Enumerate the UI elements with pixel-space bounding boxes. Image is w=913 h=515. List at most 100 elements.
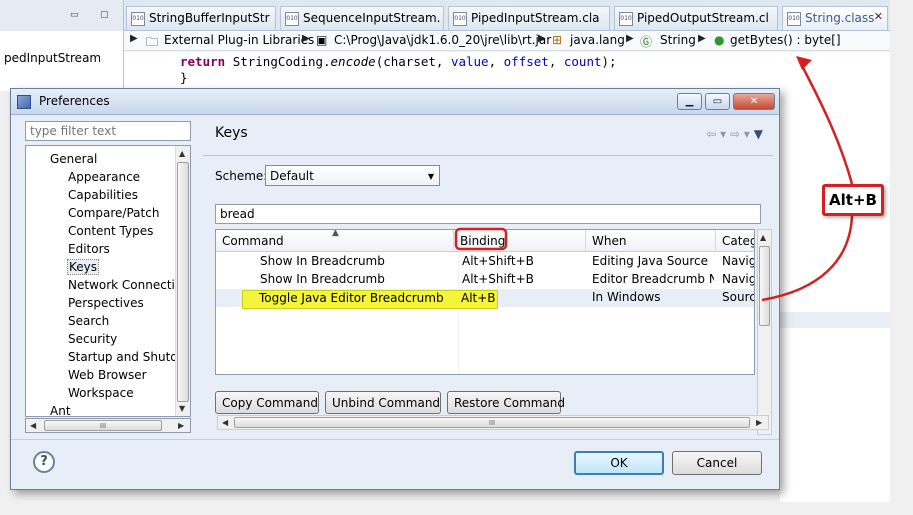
maximize-icon[interactable]: ▢ [100, 10, 109, 20]
code-text: , [548, 54, 564, 69]
filter-input[interactable] [25, 121, 191, 141]
forward-arrow-icon[interactable]: ⇨ [730, 127, 740, 141]
class-file-icon: 010 [453, 12, 467, 26]
column-header-label: Command [222, 234, 284, 248]
scroll-right-icon[interactable]: ▶ [756, 418, 762, 427]
scroll-up-icon[interactable]: ▲ [760, 233, 766, 242]
column-header-command[interactable]: Command ▲ [216, 230, 454, 252]
view-menu-icon[interactable]: ▼ [754, 127, 763, 141]
chevron-right-icon[interactable]: ▶ [698, 33, 706, 44]
column-header-when[interactable]: When [586, 230, 716, 252]
tree-item-label: Workspace [68, 386, 134, 400]
table-row[interactable]: Show In Breadcrumb Alt+Shift+B Editing J… [216, 253, 754, 271]
close-icon[interactable]: ✕ [874, 10, 883, 23]
tree-item-workspace[interactable]: Workspace [68, 386, 134, 404]
class-file-icon: 010 [787, 12, 801, 26]
scroll-down-icon[interactable]: ▼ [179, 404, 185, 413]
tree-item-web-browser[interactable]: Web Browser [68, 368, 147, 386]
scroll-left-icon[interactable]: ◀ [222, 418, 228, 427]
editor-tab[interactable]: 010 SequenceInputStream. [280, 6, 444, 30]
tree-item-label: Security [68, 332, 118, 346]
editor-tab-active[interactable]: 010 String.class ✕ [782, 6, 888, 30]
chevron-right-icon[interactable]: ▶ [130, 33, 138, 44]
chevron-down-icon[interactable]: ▾ [720, 127, 726, 141]
package-icon: ⊞ [552, 33, 563, 47]
unbind-command-button[interactable]: Unbind Command [325, 391, 441, 414]
column-header-binding[interactable]: Binding [454, 230, 586, 252]
editor-tab[interactable]: 010 StringBufferInputStr [126, 6, 276, 30]
tree-item-search[interactable]: Search [68, 314, 109, 332]
breadcrumb-item[interactable]: java.lang [570, 33, 625, 47]
tree-item-general[interactable]: General [50, 152, 97, 170]
keys-page: Keys ⇦ ▾ ⇨ ▾ ▼ Scheme: Default ▼ Command… [203, 111, 773, 435]
chevron-right-icon[interactable]: ▶ [538, 33, 546, 44]
tree-item-compare-patch[interactable]: Compare/Patch [68, 206, 159, 224]
minimize-button[interactable]: ▁ [677, 93, 702, 110]
cell-binding: Alt+Shift+B [462, 254, 534, 268]
close-button[interactable]: ✕ [733, 93, 775, 110]
scroll-up-icon[interactable]: ▲ [179, 149, 185, 158]
breadcrumb-item[interactable]: C:\Prog\Java\jdk1.6.0_20\jre\lib\rt.jar [334, 33, 551, 47]
page-horizontal-scrollbar[interactable]: ◀ III ▶ [217, 415, 769, 430]
tree-item-capabilities[interactable]: Capabilities [68, 188, 138, 206]
restore-command-button[interactable]: Restore Command [447, 391, 565, 414]
class-file-icon: 010 [131, 12, 145, 26]
scroll-right-icon[interactable]: ▶ [178, 421, 184, 430]
maximize-button[interactable]: ▭ [705, 93, 730, 110]
help-icon[interactable]: ? [33, 451, 55, 473]
scroll-thumb[interactable] [177, 162, 189, 402]
scheme-value: Default [270, 169, 314, 183]
breadcrumb: ▶ 🗀 External Plug-in Libraries ▶ ▣ C:\Pr… [124, 31, 890, 51]
cell-when: Editor Breadcrumb N... [592, 272, 714, 286]
scroll-thumb[interactable]: III [44, 420, 162, 431]
tree-item-label: Content Types [68, 224, 154, 238]
cancel-button[interactable]: Cancel [672, 451, 762, 475]
tree-item-security[interactable]: Security [68, 332, 117, 350]
code-method: encode [330, 54, 376, 69]
code-field: count [563, 54, 602, 69]
tree-item-startup-shutdown[interactable]: Startup and Shutdov [68, 350, 190, 368]
table-row[interactable]: Show In Breadcrumb Alt+Shift+B Editor Br… [216, 271, 754, 289]
scroll-thumb[interactable]: III [234, 417, 750, 428]
code-text: (charset, [375, 54, 451, 69]
back-arrow-icon[interactable]: ⇦ [706, 127, 716, 141]
cell-command: Show In Breadcrumb [260, 254, 385, 268]
tree-item-content-types[interactable]: Content Types [68, 224, 153, 242]
tree-item-editors[interactable]: Editors [68, 242, 110, 260]
tree-item-network-connection[interactable]: Network Connection [68, 278, 190, 296]
chevron-right-icon[interactable]: ▶ [302, 33, 310, 44]
left-view-tab-strip: ▭ ▢ [0, 0, 124, 31]
editor-tab[interactable]: 010 PipedInputStream.cla [448, 6, 610, 30]
page-divider [203, 155, 773, 156]
tree-item-ant[interactable]: Ant [50, 404, 71, 417]
preferences-dialog: Preferences ▁ ▭ ✕ General Appearance Cap… [10, 88, 780, 490]
code-editor[interactable]: return StringCoding.encode(charset, valu… [124, 52, 890, 92]
table-vertical-scrollbar[interactable]: ▲ [757, 229, 772, 435]
method-icon: ● [714, 33, 725, 47]
tree-item-perspectives[interactable]: Perspectives [68, 296, 144, 314]
chevron-right-icon[interactable]: ▶ [626, 33, 634, 44]
breadcrumb-item[interactable]: String [660, 33, 696, 47]
breadcrumb-item[interactable]: getBytes() : byte[] [730, 33, 841, 47]
tree-horizontal-scrollbar[interactable]: ◀ III ▶ [25, 418, 191, 433]
editor-tab[interactable]: 010 PipedOutputStream.cl [614, 6, 778, 30]
tree-item-label: Ant [50, 404, 71, 417]
scheme-select[interactable]: Default ▼ [265, 165, 440, 186]
copy-command-button[interactable]: Copy Command [215, 391, 319, 414]
breadcrumb-item[interactable]: External Plug-in Libraries [164, 33, 314, 47]
column-header-label: When [592, 234, 627, 248]
tree-item-appearance[interactable]: Appearance [68, 170, 140, 188]
column-header-category[interactable]: Categ [716, 230, 754, 252]
scroll-thumb[interactable] [759, 246, 770, 326]
tree-item-keys[interactable]: Keys [67, 259, 100, 278]
ok-button[interactable]: OK [574, 451, 664, 475]
chevron-down-icon[interactable]: ▾ [744, 127, 750, 141]
minimize-icon[interactable]: ▭ [70, 10, 79, 20]
keys-search-input[interactable] [215, 204, 761, 224]
scroll-left-icon[interactable]: ◀ [30, 421, 36, 430]
tab-label: SequenceInputStream. [303, 11, 441, 25]
class-icon: Ⓖ [640, 35, 653, 49]
preferences-tree[interactable]: General Appearance Capabilities Compare/… [25, 145, 191, 417]
tree-vertical-scrollbar[interactable]: ▲ ▼ [175, 146, 190, 416]
left-view-item[interactable]: pedInputStream [4, 51, 101, 65]
